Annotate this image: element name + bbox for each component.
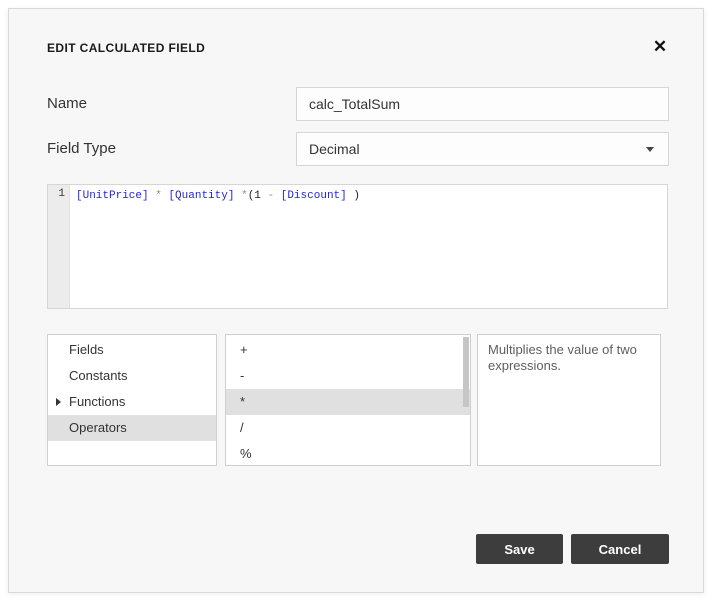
category-item-label: Constants bbox=[69, 368, 128, 383]
close-button[interactable]: ✕ bbox=[648, 35, 672, 59]
operator-item-label: / bbox=[240, 420, 244, 435]
save-button[interactable]: Save bbox=[476, 534, 563, 564]
scrollbar[interactable] bbox=[462, 336, 469, 464]
operator-item-[interactable]: / bbox=[226, 415, 470, 441]
code-token-punct bbox=[274, 190, 281, 202]
category-list: Fields Constants Functions Operators bbox=[47, 334, 217, 466]
code-token-op: * bbox=[155, 190, 162, 202]
dialog-title: EDIT CALCULATED FIELD bbox=[47, 41, 205, 55]
operator-list: + - * /% bbox=[225, 334, 471, 466]
operator-item-[interactable]: * bbox=[226, 389, 470, 415]
field-type-label: Field Type bbox=[47, 132, 116, 166]
close-icon: ✕ bbox=[653, 37, 667, 56]
operator-item-[interactable]: + bbox=[226, 337, 470, 363]
operator-item-[interactable]: % bbox=[226, 441, 470, 467]
code-token-num: 1 bbox=[254, 190, 261, 202]
category-item-functions[interactable]: Functions bbox=[48, 389, 216, 415]
edit-calculated-field-dialog: EDIT CALCULATED FIELD ✕ Name Field Type … bbox=[8, 8, 704, 593]
expression-code-line: [UnitPrice] * [Quantity] *(1 - [Discount… bbox=[70, 185, 667, 308]
code-token-field: [Discount] bbox=[281, 190, 347, 202]
category-item-constants[interactable]: Constants bbox=[48, 363, 216, 389]
code-token-punct bbox=[261, 190, 268, 202]
category-item-label: Operators bbox=[69, 420, 127, 435]
operator-item-label: * bbox=[240, 394, 245, 409]
category-item-label: Fields bbox=[69, 342, 104, 357]
code-token-field: [Quantity] bbox=[168, 190, 234, 202]
expand-arrow-icon[interactable] bbox=[56, 398, 61, 406]
code-token-field: [UnitPrice] bbox=[76, 190, 149, 202]
expression-editor[interactable]: 1 [UnitPrice] * [Quantity] *(1 - [Discou… bbox=[47, 184, 668, 309]
operator-item-label: + bbox=[240, 342, 248, 357]
operator-description: Multiplies the value of two expressions. bbox=[478, 335, 660, 382]
scrollbar-thumb[interactable] bbox=[463, 337, 469, 407]
operator-item-label: - bbox=[240, 368, 244, 383]
code-token-punct: ) bbox=[347, 190, 360, 202]
category-item-operators[interactable]: Operators bbox=[48, 415, 216, 441]
code-token-op: * bbox=[241, 190, 248, 202]
field-type-value: Decimal bbox=[309, 141, 360, 157]
name-input[interactable] bbox=[296, 87, 669, 121]
line-number: 1 bbox=[58, 188, 65, 200]
field-type-select[interactable]: Decimal bbox=[296, 132, 669, 166]
chevron-down-icon bbox=[646, 147, 654, 152]
name-label: Name bbox=[47, 87, 87, 121]
description-panel: Multiplies the value of two expressions. bbox=[477, 334, 661, 466]
operator-item-label: % bbox=[240, 446, 252, 461]
operator-item-[interactable]: - bbox=[226, 363, 470, 389]
cancel-button[interactable]: Cancel bbox=[571, 534, 669, 564]
category-item-label: Functions bbox=[69, 394, 125, 409]
editor-gutter: 1 bbox=[48, 185, 70, 308]
category-item-fields[interactable]: Fields bbox=[48, 337, 216, 363]
